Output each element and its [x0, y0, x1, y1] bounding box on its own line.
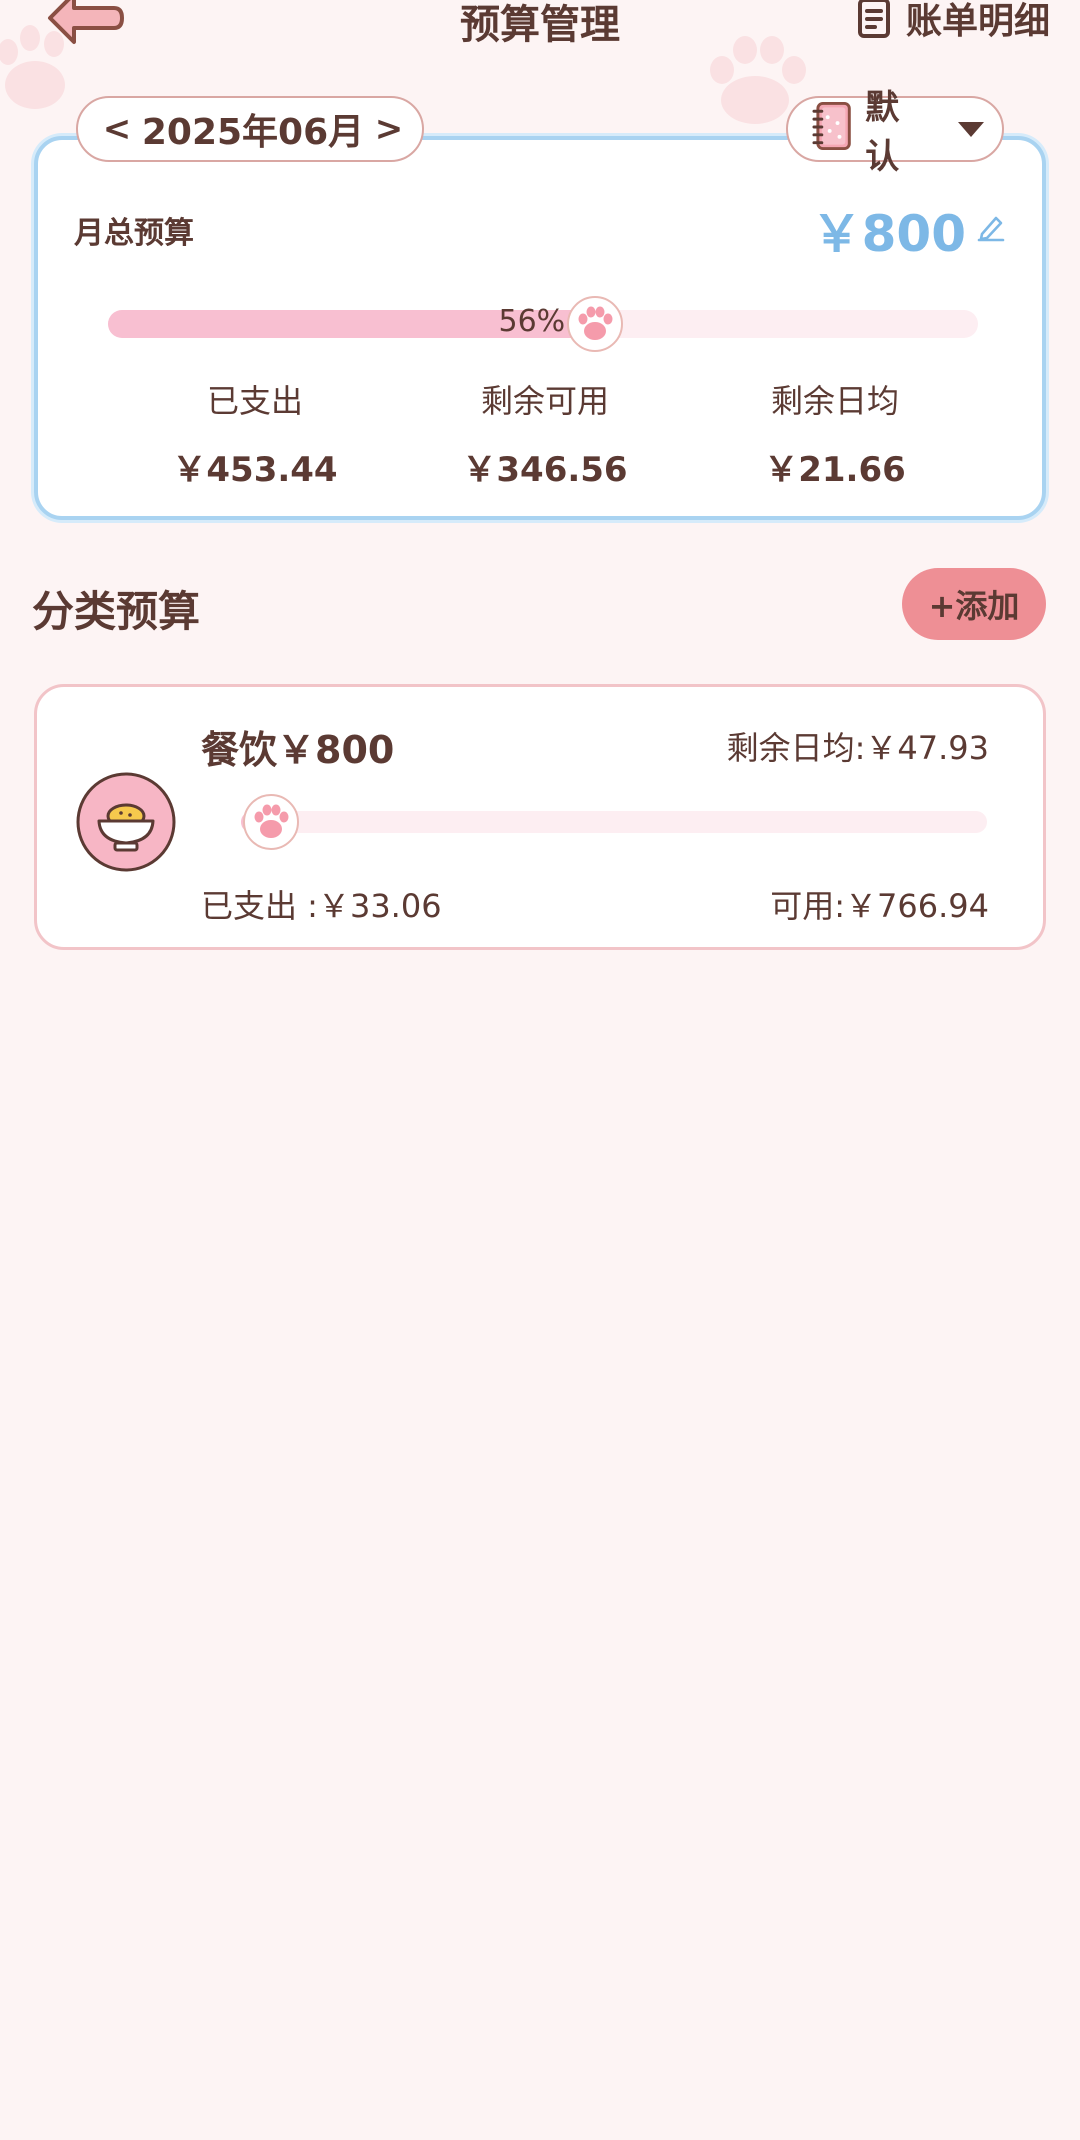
prev-month-button[interactable]: <: [102, 109, 132, 149]
category-budget-card[interactable]: 餐饮￥800 剩余日均:￥47.93 已支出 :￥33.06 可用:￥766.9…: [34, 684, 1046, 950]
stat-remaining: 剩余可用 ￥346.56: [400, 376, 690, 491]
stat-label: 已支出: [206, 382, 303, 420]
bill-detail-label: 账单明细: [905, 1, 1050, 42]
total-budget-label: 月总预算: [74, 216, 194, 251]
category-budget-title: 分类预算: [32, 587, 201, 636]
current-month[interactable]: 2025年06月: [142, 103, 364, 155]
category-available: 可用:￥766.94: [770, 887, 989, 925]
document-icon: [857, 0, 890, 38]
pencil-edit-icon[interactable]: [976, 212, 1006, 242]
next-month-button[interactable]: >: [374, 109, 404, 149]
total-budget-card: 月总预算 ￥800 56% 已支出 ￥453.44 剩余可用 ￥346.56 剩…: [34, 136, 1046, 520]
stat-label: 剩余可用: [480, 382, 609, 420]
dropdown-caret-icon: [958, 121, 984, 137]
total-progress-percent: 56%: [498, 304, 566, 339]
budget-page: 预算管理 账单明细 < 2025年06月 > 默认 月总预算 ￥800 56% …: [0, 0, 1080, 2140]
category-name: 餐饮￥800: [201, 728, 395, 772]
bill-detail-button[interactable]: 账单明细: [856, 0, 1050, 44]
budget-stats: 已支出 ￥453.44 剩余可用 ￥346.56 剩余日均 ￥21.66: [38, 376, 1050, 491]
paw-icon: [242, 794, 299, 850]
total-budget-amount[interactable]: ￥800: [812, 194, 966, 266]
ledger-label: 默认: [865, 88, 900, 177]
total-progress-bar: 56%: [108, 296, 978, 352]
notebook-icon: [812, 101, 851, 151]
category-spent: 已支出 :￥33.06: [201, 887, 442, 925]
category-progress-bar: [241, 794, 987, 850]
stat-spent: 已支出 ￥453.44: [110, 376, 400, 491]
category-daily-average: 剩余日均:￥47.93: [726, 729, 989, 767]
ledger-selector[interactable]: 默认: [786, 88, 1004, 177]
stat-value: ￥21.66: [764, 450, 906, 490]
stat-label: 剩余日均: [770, 382, 899, 420]
add-category-button[interactable]: +添加: [902, 568, 1046, 640]
stat-daily-average: 剩余日均 ￥21.66: [690, 376, 980, 491]
paw-icon: [567, 296, 624, 352]
stat-value: ￥453.44: [172, 450, 338, 490]
month-selector: < 2025年06月 >: [76, 96, 424, 162]
top-bar: 预算管理 账单明细: [0, 0, 1080, 60]
rice-bowl-icon: [76, 772, 176, 872]
stat-value: ￥346.56: [462, 450, 628, 490]
